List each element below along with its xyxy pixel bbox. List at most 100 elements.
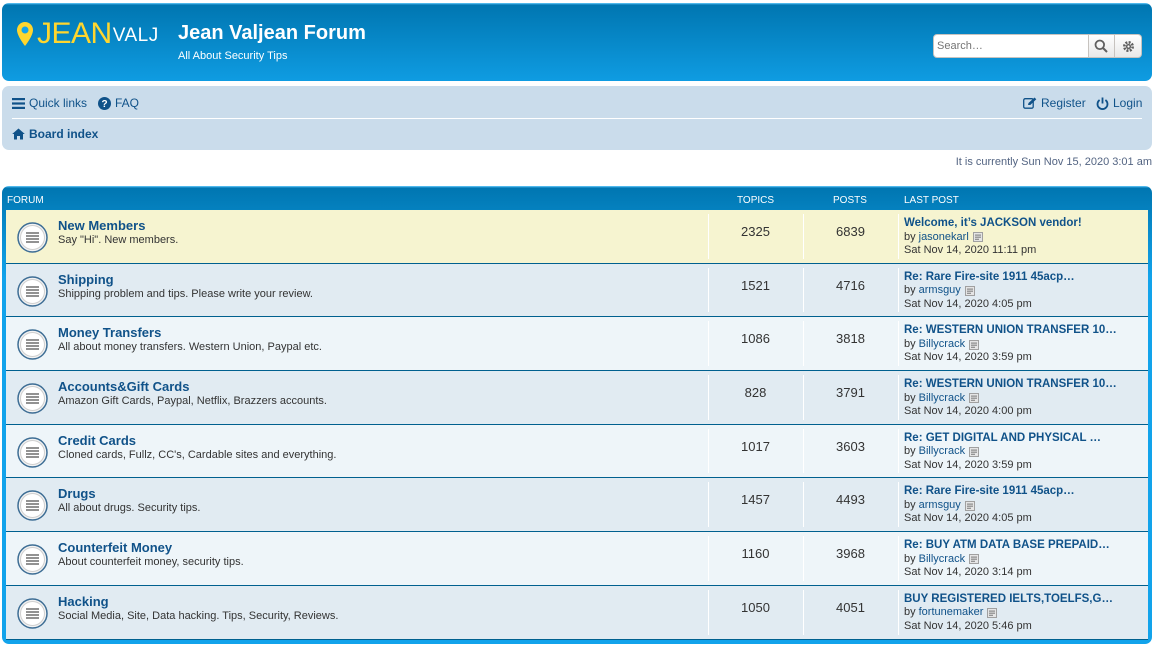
forum-list: FORUM TOPICS POSTS LAST POST New Members… <box>2 186 1152 644</box>
last-post-title-link[interactable]: Re: GET DIGITAL AND PHYSICAL … <box>904 432 1144 446</box>
register-link[interactable]: Register <box>1023 96 1086 110</box>
forum-read-icon[interactable] <box>17 490 48 522</box>
posts-count: 4716 <box>836 277 865 293</box>
forum-title-link[interactable]: Counterfeit Money <box>58 540 172 555</box>
by-label: by <box>904 606 916 619</box>
last-post-date: Sat Nov 14, 2020 4:00 pm <box>904 405 1032 418</box>
column-divider <box>898 428 899 474</box>
last-post-author-line: by armsguy <box>904 499 1144 513</box>
forum-title-link[interactable]: Hacking <box>58 594 109 609</box>
forum-row: New Members Say "Hi". New members. 2325 … <box>6 210 1148 264</box>
question-circle-icon: ? <box>98 96 111 110</box>
last-post-author-link[interactable]: Billycrack <box>919 338 965 352</box>
last-post: Re: BUY ATM DATA BASE PREPAID… by Billyc… <box>904 539 1144 580</box>
forum-description: All about drugs. Security tips. <box>58 502 201 515</box>
topics-count: 1457 <box>741 492 770 508</box>
forum-read-icon[interactable] <box>17 222 48 253</box>
last-post-author-line: by jasonekarl <box>904 231 1144 245</box>
faq-label: FAQ <box>115 96 140 110</box>
col-header-last-post: LAST POST <box>904 195 959 206</box>
board-index-label: Board index <box>29 127 99 141</box>
last-post-author-line: by fortunemaker <box>904 606 1144 620</box>
last-post-title-link[interactable]: Re: Rare Fire-site 1911 45acp… <box>904 271 1144 285</box>
last-post-author-link[interactable]: jasonekarl <box>919 231 969 245</box>
forum-read-icon[interactable] <box>17 383 48 414</box>
posts-count: 3968 <box>836 546 865 562</box>
posts-count: 3791 <box>836 385 865 401</box>
site-title[interactable]: Jean Valjean Forum <box>178 22 366 45</box>
last-post-author-link[interactable]: Billycrack <box>919 553 965 567</box>
forum-title-link[interactable]: Money Transfers <box>58 325 161 340</box>
topics-count: 828 <box>744 385 767 401</box>
column-divider <box>898 482 899 528</box>
forum-row: Drugs All about drugs. Security tips. 14… <box>6 478 1148 533</box>
forum-title-link[interactable]: Drugs <box>58 486 96 501</box>
last-post-date: Sat Nov 14, 2020 11:11 pm <box>904 244 1037 256</box>
forum-row: Accounts&Gift Cards Amazon Gift Cards, P… <box>6 371 1148 425</box>
search-box <box>933 34 1142 59</box>
view-latest-post-icon[interactable] <box>964 500 975 511</box>
search-input[interactable] <box>933 34 1089 58</box>
quick-links-menu[interactable]: Quick links <box>12 96 87 110</box>
column-divider <box>898 267 899 313</box>
navbar-top-row: Quick links ? FAQ Register Login <box>12 86 1142 119</box>
column-divider <box>898 214 899 259</box>
view-latest-post-icon[interactable] <box>969 554 980 565</box>
forum-description: About counterfeit money, security tips. <box>58 556 244 569</box>
search-button[interactable] <box>1088 34 1116 58</box>
site-description: All About Security Tips <box>178 50 288 62</box>
gear-icon <box>1122 40 1134 52</box>
logo-text-jean: JEAN <box>37 17 112 50</box>
faq-link[interactable]: ? FAQ <box>98 96 139 110</box>
login-link[interactable]: Login <box>1096 96 1142 110</box>
topics-count: 1160 <box>741 546 770 562</box>
by-label: by <box>904 552 916 565</box>
last-post-title-link[interactable]: Re: BUY ATM DATA BASE PREPAID… <box>904 539 1144 553</box>
column-divider <box>898 536 899 581</box>
forum-read-icon[interactable] <box>17 544 48 575</box>
forum-read-icon[interactable] <box>17 437 48 468</box>
last-post-date: Sat Nov 14, 2020 4:05 pm <box>904 297 1032 310</box>
map-pin-icon <box>17 22 33 46</box>
view-latest-post-icon[interactable] <box>969 393 980 404</box>
topics-count: 1050 <box>741 599 770 615</box>
view-latest-post-icon[interactable] <box>969 339 980 350</box>
breadcrumb[interactable]: Board index <box>12 127 98 141</box>
last-post-title-link[interactable]: Re: Rare Fire-site 1911 45acp… <box>904 485 1144 499</box>
advanced-search-button[interactable] <box>1115 34 1142 58</box>
forum-read-icon[interactable] <box>17 329 48 361</box>
view-latest-post-icon[interactable] <box>969 447 980 457</box>
svg-text:?: ? <box>101 99 107 110</box>
last-post-title-link[interactable]: Re: WESTERN UNION TRANSFER 10… <box>904 378 1144 392</box>
forum-title-link[interactable]: Shipping <box>58 272 114 287</box>
site-logo[interactable]: JEAN VALJ <box>16 17 159 51</box>
view-latest-post-icon[interactable] <box>987 608 998 619</box>
last-post-title-link[interactable]: BUY REGISTERED IELTS,TOELFS,G… <box>904 593 1144 607</box>
forum-list-header: FORUM TOPICS POSTS LAST POST <box>2 186 1152 210</box>
forum-row: Counterfeit Money About counterfeit mone… <box>6 532 1148 586</box>
forum-description: Shipping problem and tips. Please write … <box>58 287 313 300</box>
forum-title-link[interactable]: New Members <box>58 218 145 233</box>
forum-title-link[interactable]: Accounts&Gift Cards <box>58 379 189 394</box>
last-post: BUY REGISTERED IELTS,TOELFS,G… by fortun… <box>904 593 1144 634</box>
column-divider <box>898 321 899 367</box>
search-icon <box>1094 39 1109 53</box>
last-post-author-link[interactable]: Billycrack <box>919 392 965 406</box>
navbar: Quick links ? FAQ Register Login Board i… <box>2 86 1152 150</box>
last-post-title-link[interactable]: Re: WESTERN UNION TRANSFER 10… <box>904 324 1144 338</box>
last-post-author-link[interactable]: fortunemaker <box>919 606 984 620</box>
forum-row: Money Transfers All about money transfer… <box>6 317 1148 372</box>
col-header-topics: TOPICS <box>737 195 775 206</box>
forum-read-icon[interactable] <box>17 598 48 629</box>
last-post-title-link[interactable]: Welcome, it’s JACKSON vendor! <box>904 217 1144 231</box>
forum-read-icon[interactable] <box>17 275 48 307</box>
last-post-author-link[interactable]: armsguy <box>919 284 961 298</box>
by-label: by <box>904 391 916 404</box>
last-post-author-link[interactable]: armsguy <box>919 499 961 513</box>
forum-title-link[interactable]: Credit Cards <box>58 433 136 448</box>
column-divider <box>898 375 899 420</box>
last-post-author-link[interactable]: Billycrack <box>919 445 965 459</box>
last-post-date: Sat Nov 14, 2020 5:46 pm <box>904 619 1032 632</box>
view-latest-post-icon[interactable] <box>964 285 975 296</box>
view-latest-post-icon[interactable] <box>972 232 983 243</box>
